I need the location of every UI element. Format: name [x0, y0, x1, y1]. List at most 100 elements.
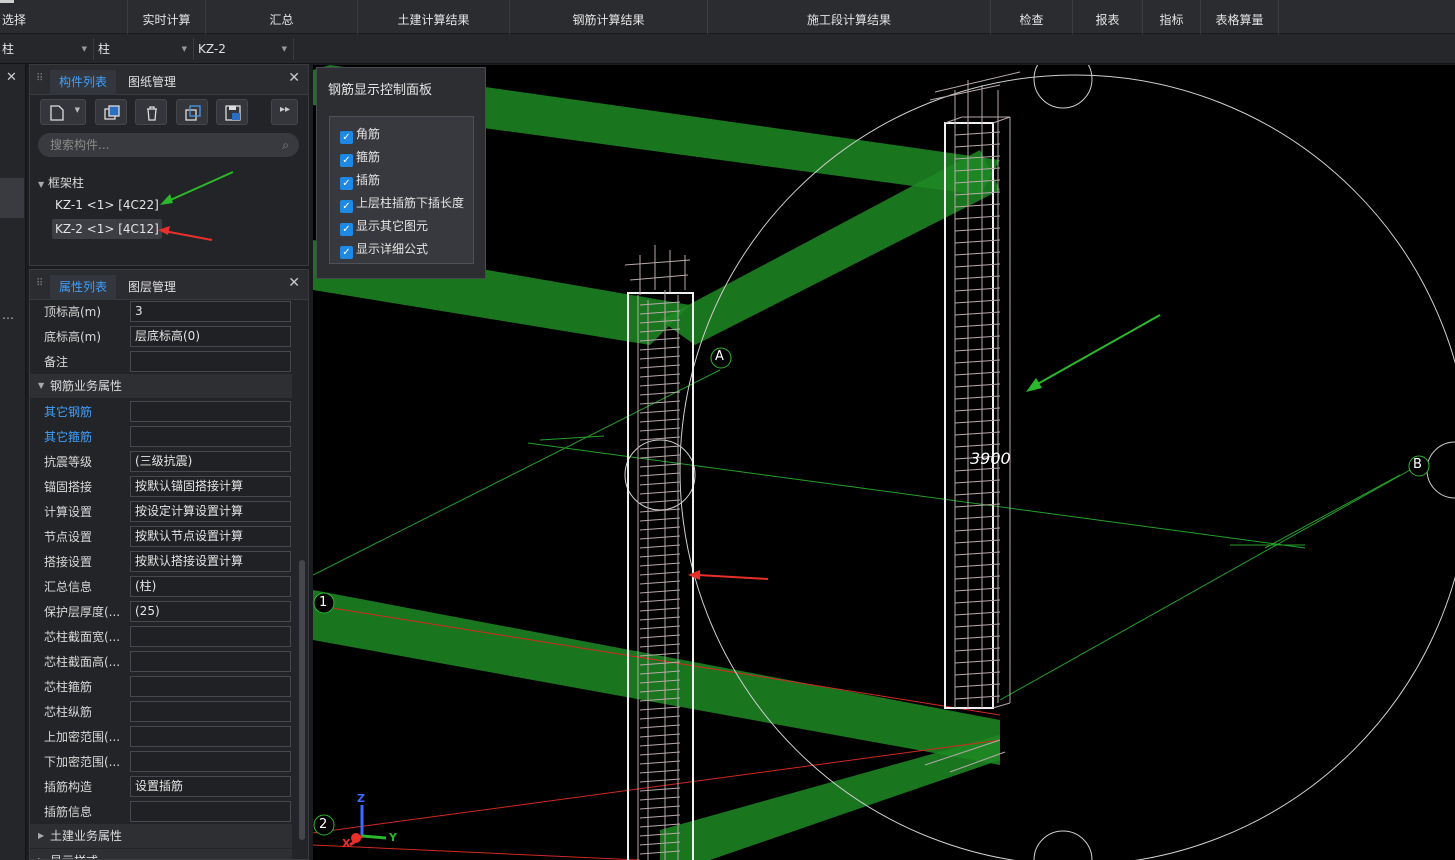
chevron-down-icon: ▼ [81, 45, 87, 53]
nav-selected-item[interactable] [0, 178, 24, 218]
section-rebar-properties[interactable]: ▼ 钢筋业务属性 [30, 374, 292, 398]
ribbon-group-rebar-results[interactable]: 钢筋计算结果 [510, 0, 708, 34]
property-value-field[interactable]: (柱) [130, 576, 291, 597]
checkbox-icon[interactable]: ✓ [340, 131, 353, 144]
property-value-field[interactable]: 按默认节点设置计算 [130, 526, 291, 547]
property-row: 芯柱截面高(... [30, 649, 292, 674]
property-value-field[interactable] [130, 401, 291, 422]
property-row: 其它箍筋 [30, 424, 292, 449]
property-value-field[interactable] [130, 426, 291, 447]
copy-component-button[interactable] [95, 99, 127, 125]
display-option-checkbox[interactable]: ✓ 显示其它图元 [340, 217, 428, 236]
property-label: 插筋信息 [44, 805, 93, 819]
property-row: 插筋构造 设置插筋 [30, 774, 292, 799]
close-icon[interactable]: ✕ [288, 275, 300, 291]
property-value-field[interactable] [130, 651, 291, 672]
property-row: 插筋信息 [30, 799, 292, 824]
tab-property-list[interactable]: 属性列表 [50, 275, 117, 300]
property-label: 芯柱截面宽(... [44, 630, 121, 644]
component-dropdown[interactable]: KZ-2 ▼ [196, 38, 294, 60]
component-panel-tabs: ⠿ 构件列表 图纸管理 ✕ [30, 65, 308, 95]
tab-layer-management[interactable]: 图层管理 [119, 275, 185, 300]
delete-component-button[interactable] [135, 99, 167, 125]
more-icon[interactable]: … [2, 308, 14, 322]
section-civil-properties[interactable]: ▶ 土建业务属性 [30, 824, 292, 848]
drag-handle-icon[interactable]: ⠿ [36, 278, 43, 289]
ribbon-group-indicator[interactable]: 指标 [1143, 0, 1201, 34]
property-row: 顶标高(m) 3 [30, 299, 292, 324]
type-dropdown[interactable]: 柱 ▼ [96, 38, 194, 60]
more-tools-button[interactable]: ▸▸ [271, 99, 298, 125]
property-value-field[interactable]: (25) [130, 601, 291, 622]
ribbon-group-realtime-calc[interactable]: 实时计算 [128, 0, 206, 34]
checkbox-icon[interactable]: ✓ [340, 223, 353, 236]
close-icon[interactable]: ✕ [288, 70, 300, 86]
window-edge [0, 0, 14, 3]
display-option-checkbox[interactable]: ✓ 插筋 [340, 171, 380, 190]
property-value-field[interactable] [130, 351, 291, 372]
ribbon-group-select[interactable]: 选择 [0, 0, 128, 34]
ribbon-toolbar: 选择 实时计算 汇总 土建计算结果 钢筋计算结果 施工段计算结果 检查 报表 指… [0, 0, 1455, 34]
property-row: 汇总信息 (柱) [30, 574, 292, 599]
rebar-display-control-panel: 钢筋显示控制面板 ✓ 角筋 ✓ 箍筋 ✓ 插筋 ✓ 上层柱插筋下插长度 ✓ 显示其它图元 ✓ 显示详细… [316, 67, 486, 279]
display-option-checkbox[interactable]: ✓ 角筋 [340, 125, 380, 144]
property-scrollbar[interactable] [299, 560, 305, 840]
section-display-style[interactable]: ▶ 显示样式 [30, 849, 292, 859]
property-value-field[interactable]: 3 [130, 301, 291, 322]
property-value-field[interactable]: 按默认搭接设置计算 [130, 551, 291, 572]
ribbon-group-report[interactable]: 报表 [1073, 0, 1143, 34]
property-row: 节点设置 按默认节点设置计算 [30, 524, 292, 549]
new-component-button[interactable]: ▼ [40, 99, 86, 125]
search-input[interactable]: 搜索构件... ⌕ [38, 133, 299, 157]
property-value-field[interactable]: 按设定计算设置计算 [130, 501, 291, 522]
ribbon-group-summary[interactable]: 汇总 [206, 0, 358, 34]
property-list-panel: ⠿ 属性列表 图层管理 ✕ 顶标高(m) 3 底标高(m) 层底标高(0) 备注 ▼ 钢筋业… [29, 269, 309, 860]
property-panel-tabs: ⠿ 属性列表 图层管理 ✕ [30, 270, 308, 300]
property-value-field[interactable] [130, 676, 291, 697]
property-label: 上加密范围(... [44, 730, 121, 744]
copy-to-floor-button[interactable] [176, 99, 208, 125]
section-label: 钢筋业务属性 [50, 379, 123, 393]
tab-drawing-management[interactable]: 图纸管理 [119, 70, 185, 95]
checkbox-icon[interactable]: ✓ [340, 246, 353, 259]
property-value-field[interactable] [130, 701, 291, 722]
display-option-checkbox[interactable]: ✓ 显示详细公式 [340, 240, 428, 259]
floor-dropdown[interactable]: 柱 ▼ [0, 38, 94, 60]
display-option-checkbox[interactable]: ✓ 上层柱插筋下插长度 [340, 194, 464, 213]
tree-item-kz1[interactable]: KZ-1 <1> [4C22] [52, 195, 162, 215]
property-value-field[interactable]: (三级抗震) [130, 451, 291, 472]
display-option-checkbox[interactable]: ✓ 箍筋 [340, 148, 380, 167]
display-options-list: ✓ 角筋 ✓ 箍筋 ✓ 插筋 ✓ 上层柱插筋下插长度 ✓ 显示其它图元 ✓ 显示详细公式 [329, 116, 474, 264]
ribbon-group-table-qty[interactable]: 表格算量 [1201, 0, 1279, 34]
save-component-button[interactable] [216, 99, 248, 125]
property-value-field[interactable]: 按默认锚固搭接计算 [130, 476, 291, 497]
property-label: 底标高(m) [44, 330, 102, 344]
ribbon-group-segment-results[interactable]: 施工段计算结果 [708, 0, 991, 34]
annotation-arrows [688, 314, 1161, 580]
floor-dropdown-value: 柱 [2, 42, 15, 56]
property-value-field[interactable] [130, 751, 291, 772]
tree-item-kz2[interactable]: KZ-2 <1> [4C12] [52, 219, 162, 239]
property-row: 锚固搭接 按默认锚固搭接计算 [30, 474, 292, 499]
property-value-field[interactable]: 设置插筋 [130, 776, 291, 797]
ribbon-group-civil-results[interactable]: 土建计算结果 [358, 0, 510, 34]
property-value-field[interactable]: 层底标高(0) [130, 326, 291, 347]
tab-component-list[interactable]: 构件列表 [50, 70, 117, 95]
drag-handle-icon[interactable]: ⠿ [36, 73, 43, 84]
section-label: 土建业务属性 [50, 829, 123, 843]
ribbon-group-check[interactable]: 检查 [991, 0, 1073, 34]
property-label: 芯柱箍筋 [44, 680, 93, 694]
property-value-field[interactable] [130, 726, 291, 747]
property-row: 上加密范围(... [30, 724, 292, 749]
property-value-field[interactable] [130, 626, 291, 647]
filter-bar: 柱 ▼ 柱 ▼ KZ-2 ▼ [0, 34, 1455, 64]
property-value-field[interactable] [130, 801, 291, 822]
property-row: 备注 [30, 349, 292, 374]
property-row: 芯柱箍筋 [30, 674, 292, 699]
property-label: 抗震等级 [44, 455, 93, 469]
checkbox-icon[interactable]: ✓ [340, 200, 353, 213]
checkbox-icon[interactable]: ✓ [340, 154, 353, 167]
tree-group-frame-column[interactable]: ▼ 框架柱 [38, 174, 84, 191]
close-icon[interactable]: ✕ [6, 70, 17, 85]
checkbox-icon[interactable]: ✓ [340, 177, 353, 190]
